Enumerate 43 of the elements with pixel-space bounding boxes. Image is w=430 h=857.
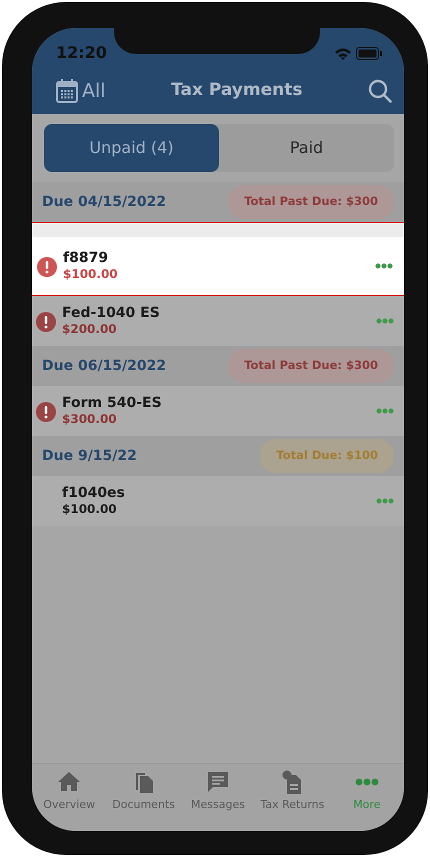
payment-name: f1040es (62, 484, 126, 502)
more-button[interactable] (376, 318, 394, 324)
due-date-heading: Due 06/15/2022 (42, 356, 166, 376)
due-date-heading: Due 04/15/2022 (42, 192, 166, 212)
more-dots-icon (375, 263, 393, 269)
search-button[interactable] (368, 78, 392, 104)
more-button[interactable] (376, 498, 394, 504)
total-due-pill: Total Past Due: $300 (228, 349, 394, 383)
status-time: 12:20 (56, 42, 107, 64)
home-icon (57, 770, 82, 794)
calendar-icon (56, 79, 78, 103)
more-button[interactable] (375, 263, 393, 269)
payment-name: Fed-1040 ES (62, 304, 161, 322)
total-due-pill: Total Past Due: $300 (228, 185, 394, 219)
payment-amount: $100.00 (63, 266, 119, 282)
tab-bar-item[interactable]: Overview (32, 770, 106, 831)
message-icon (206, 770, 230, 794)
payment-amount: $200.00 (62, 322, 118, 338)
tab-bar-item[interactable]: Tax Returns (255, 770, 330, 831)
more-dots-icon (376, 498, 394, 504)
payment-row[interactable]: f1040es $100.00 (32, 476, 404, 526)
more-dots-icon (354, 778, 379, 786)
due-date-heading: Due 9/15/22 (42, 446, 137, 466)
total-due-pill: Total Due: $100 (260, 439, 394, 473)
tab-bar-item[interactable]: Documents (106, 770, 181, 831)
payment-row[interactable]: f8879 $100.00 (32, 222, 404, 296)
filter-button[interactable]: All (56, 76, 106, 106)
payment-row[interactable]: Fed-1040 ES $200.00 (32, 296, 404, 346)
tab-bar-item[interactable]: Messages (180, 770, 256, 831)
more-dots-icon (376, 408, 394, 414)
payment-amount: $300.00 (62, 412, 118, 428)
segment-tab[interactable]: Unpaid (4) (44, 124, 219, 172)
more-button[interactable] (376, 408, 394, 414)
payment-name: Form 540-ES (62, 394, 163, 412)
segment-tab[interactable]: Paid (219, 124, 394, 172)
payment-row[interactable]: Form 540-ES $300.00 (32, 386, 404, 436)
payment-amount: $100.00 (62, 502, 118, 518)
wifi-icon (334, 46, 352, 60)
more-dots-icon (376, 318, 394, 324)
screen-title: Tax Payments (170, 79, 304, 102)
payment-name: f8879 (63, 250, 110, 267)
search-icon (368, 79, 392, 104)
battery-icon (356, 46, 382, 60)
